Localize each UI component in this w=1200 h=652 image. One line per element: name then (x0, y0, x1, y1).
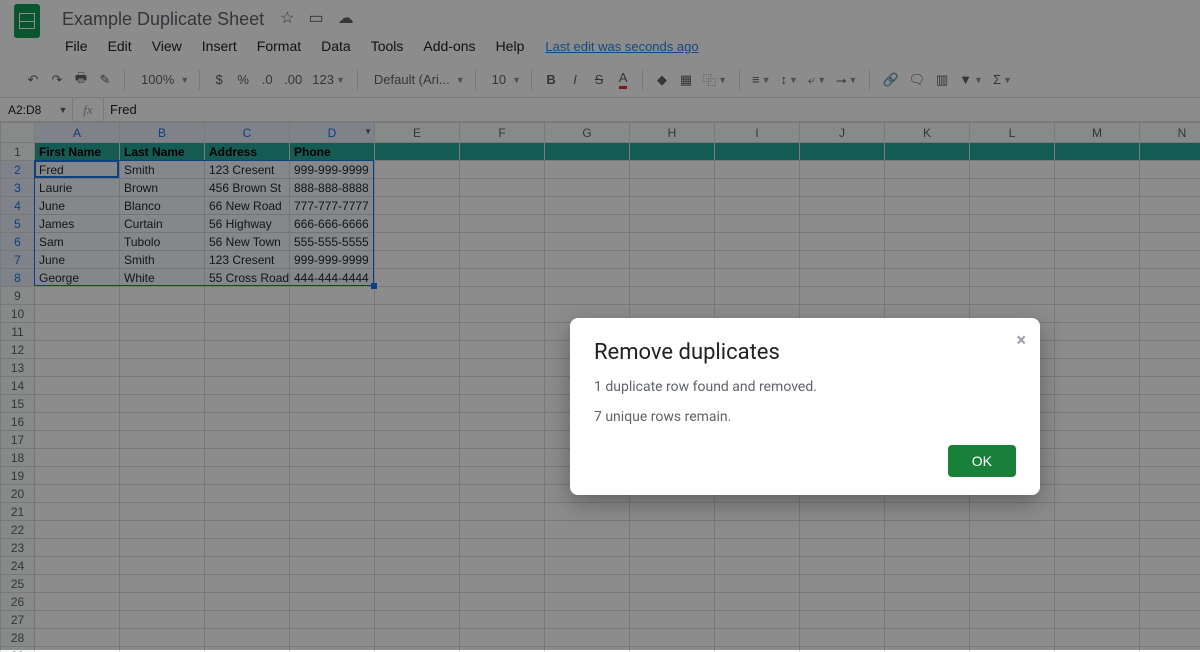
ok-button[interactable]: OK (948, 445, 1016, 477)
dialog-message-2: 7 unique rows remain. (594, 409, 1016, 425)
remove-duplicates-dialog: × Remove duplicates 1 duplicate row foun… (570, 318, 1040, 495)
dialog-message-1: 1 duplicate row found and removed. (594, 379, 1016, 395)
dialog-title: Remove duplicates (594, 340, 1016, 365)
close-icon[interactable]: × (1016, 330, 1026, 351)
